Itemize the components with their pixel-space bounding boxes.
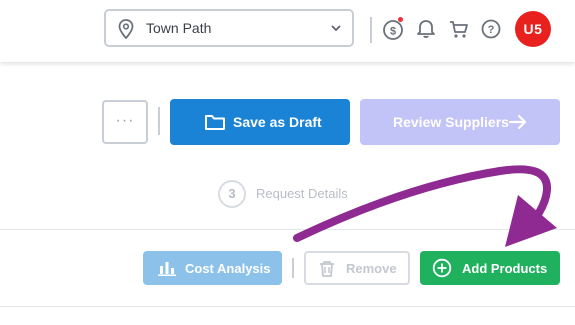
help-icon[interactable]: ? bbox=[480, 18, 502, 40]
chevron-down-icon bbox=[331, 25, 341, 32]
step-label: Request Details bbox=[256, 186, 348, 201]
remove-label: Remove bbox=[346, 261, 397, 276]
location-value: Town Path bbox=[146, 20, 212, 36]
map-pin-icon bbox=[118, 19, 134, 39]
cost-analysis-label: Cost Analysis bbox=[185, 261, 271, 276]
trash-icon bbox=[320, 261, 334, 277]
section-divider-bottom bbox=[0, 306, 575, 307]
bar-chart-icon bbox=[158, 262, 176, 276]
bell-icon[interactable] bbox=[415, 17, 437, 39]
review-suppliers-label: Review Suppliers bbox=[393, 114, 509, 130]
cost-analysis-button[interactable]: Cost Analysis bbox=[143, 251, 282, 285]
plus-circle-icon bbox=[432, 258, 452, 278]
top-bar: Town Path $ ? U5 bbox=[0, 0, 575, 62]
svg-text:$: $ bbox=[390, 26, 396, 38]
save-draft-label: Save as Draft bbox=[233, 114, 322, 130]
arrow-right-icon bbox=[508, 114, 527, 130]
step-number: 3 bbox=[218, 180, 246, 208]
location-select[interactable]: Town Path bbox=[104, 9, 354, 47]
header-divider bbox=[370, 17, 372, 43]
avatar[interactable]: U5 bbox=[515, 11, 551, 47]
folder-icon bbox=[205, 115, 225, 130]
more-options-button[interactable]: ··· bbox=[102, 100, 148, 144]
actions-divider bbox=[158, 107, 160, 135]
svg-text:?: ? bbox=[488, 24, 495, 36]
review-suppliers-button[interactable]: Review Suppliers bbox=[360, 99, 560, 145]
add-products-label: Add Products bbox=[462, 261, 548, 276]
section-divider bbox=[0, 229, 575, 230]
notification-dot bbox=[398, 17, 403, 22]
remove-button[interactable]: Remove bbox=[304, 251, 410, 285]
save-draft-button[interactable]: Save as Draft bbox=[170, 99, 350, 145]
cart-icon[interactable] bbox=[448, 18, 470, 40]
add-products-button[interactable]: Add Products bbox=[420, 251, 560, 285]
toolbar-divider bbox=[292, 258, 294, 278]
more-dots-icon: ··· bbox=[115, 112, 135, 129]
